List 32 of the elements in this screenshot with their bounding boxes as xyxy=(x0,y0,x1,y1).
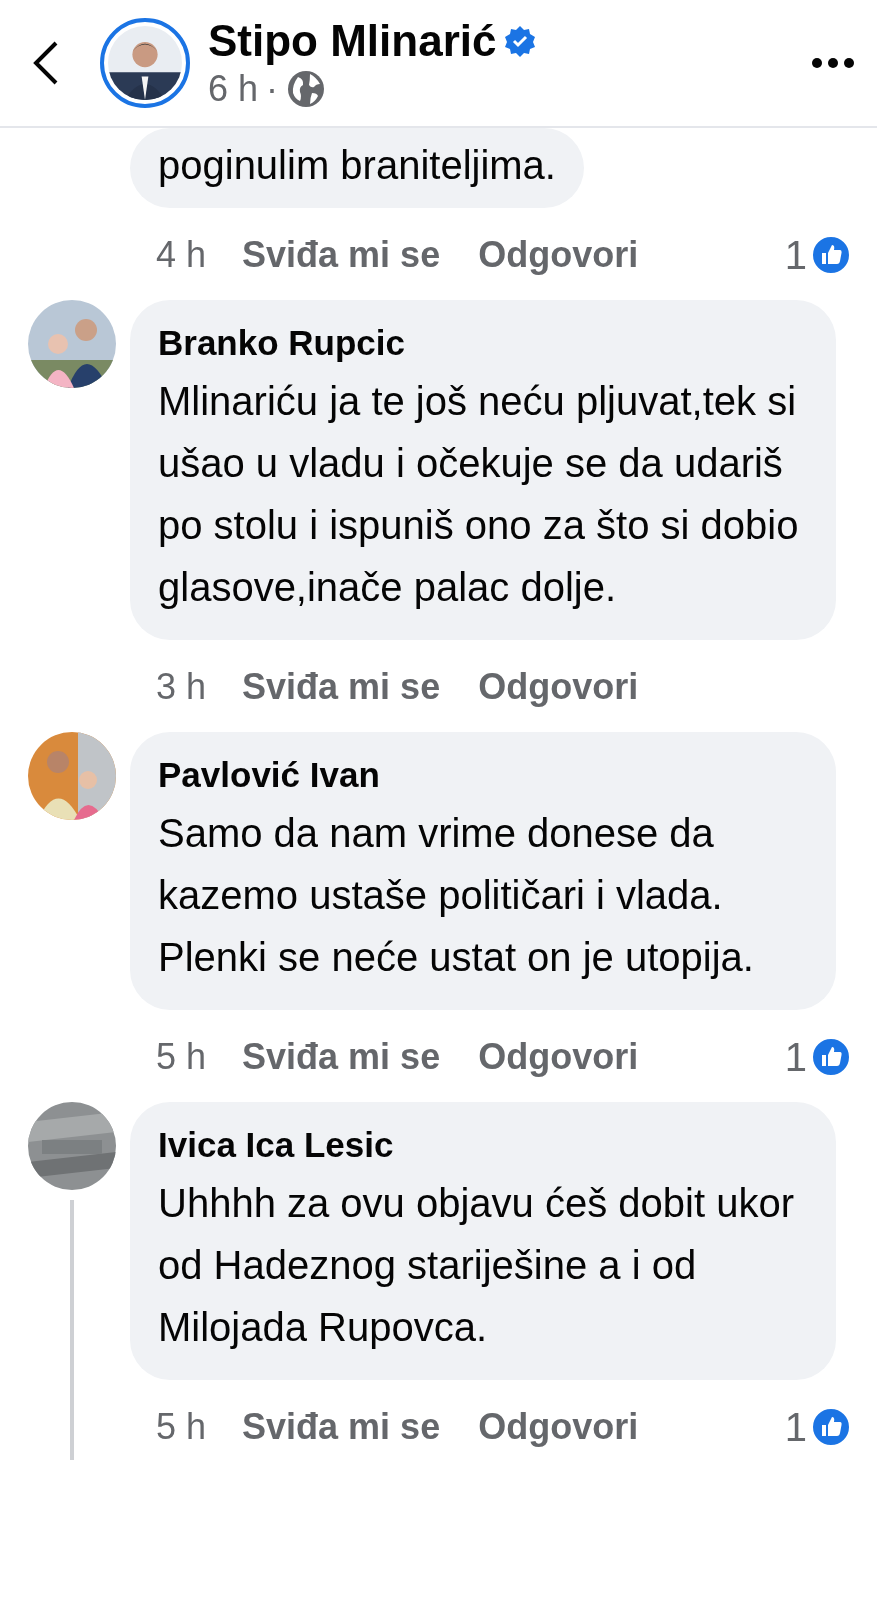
reply-link[interactable]: Odgovori xyxy=(478,1036,639,1078)
comment-time: 5 h xyxy=(156,1406,207,1448)
more-options-button[interactable] xyxy=(811,57,855,69)
reaction-count: 1 xyxy=(784,232,807,278)
commenter-name[interactable]: Ivica Ica Lesic xyxy=(158,1122,808,1168)
like-link[interactable]: Sviđa mi se xyxy=(242,1036,441,1078)
like-icon xyxy=(811,1407,851,1447)
profile-avatar[interactable] xyxy=(100,18,190,108)
reaction-count: 1 xyxy=(784,1404,807,1450)
comment-time: 3 h xyxy=(156,666,207,708)
comment-time: 4 h xyxy=(156,234,207,276)
reply-link[interactable]: Odgovori xyxy=(478,666,639,708)
like-icon xyxy=(811,235,851,275)
page-author-name[interactable]: Stipo Mlinarić xyxy=(208,16,497,66)
comment-text: Mlinariću ja te još neću pljuvat,tek si ušao u vladu i očekuje se da udariš po stolu i ispuniš ono za što si dobio glasove,inače palac dolje. xyxy=(158,378,800,611)
reply-link[interactable]: Odgovori xyxy=(478,234,639,276)
post-time: 6 h xyxy=(208,68,259,110)
comment-text: Uhhhh za ovu objavu ćeš dobit ukor od Hadeznog stariješine a i od Milojada Rupovca. xyxy=(158,1180,795,1351)
reaction-count: 1 xyxy=(784,1034,807,1080)
like-link[interactable]: Sviđa mi se xyxy=(242,666,441,708)
like-icon xyxy=(811,1037,851,1077)
comment-text: poginulim braniteljima. xyxy=(158,142,556,189)
like-link[interactable]: Sviđa mi se xyxy=(242,234,441,276)
globe-icon xyxy=(286,69,327,109)
commenter-name[interactable]: Branko Rupcic xyxy=(158,320,808,366)
comment-text: Samo da nam vrime donese da kazemo ustaše političari i vlada. Plenki se neće ustat on je utopija. xyxy=(158,810,755,981)
like-link[interactable]: Sviđa mi se xyxy=(242,1406,441,1448)
comment-time: 5 h xyxy=(156,1036,207,1078)
commenter-name[interactable]: Pavlović Ivan xyxy=(158,752,808,798)
back-button[interactable] xyxy=(32,40,60,86)
separator-dot: · xyxy=(266,68,279,110)
reply-link[interactable]: Odgovori xyxy=(478,1406,639,1448)
